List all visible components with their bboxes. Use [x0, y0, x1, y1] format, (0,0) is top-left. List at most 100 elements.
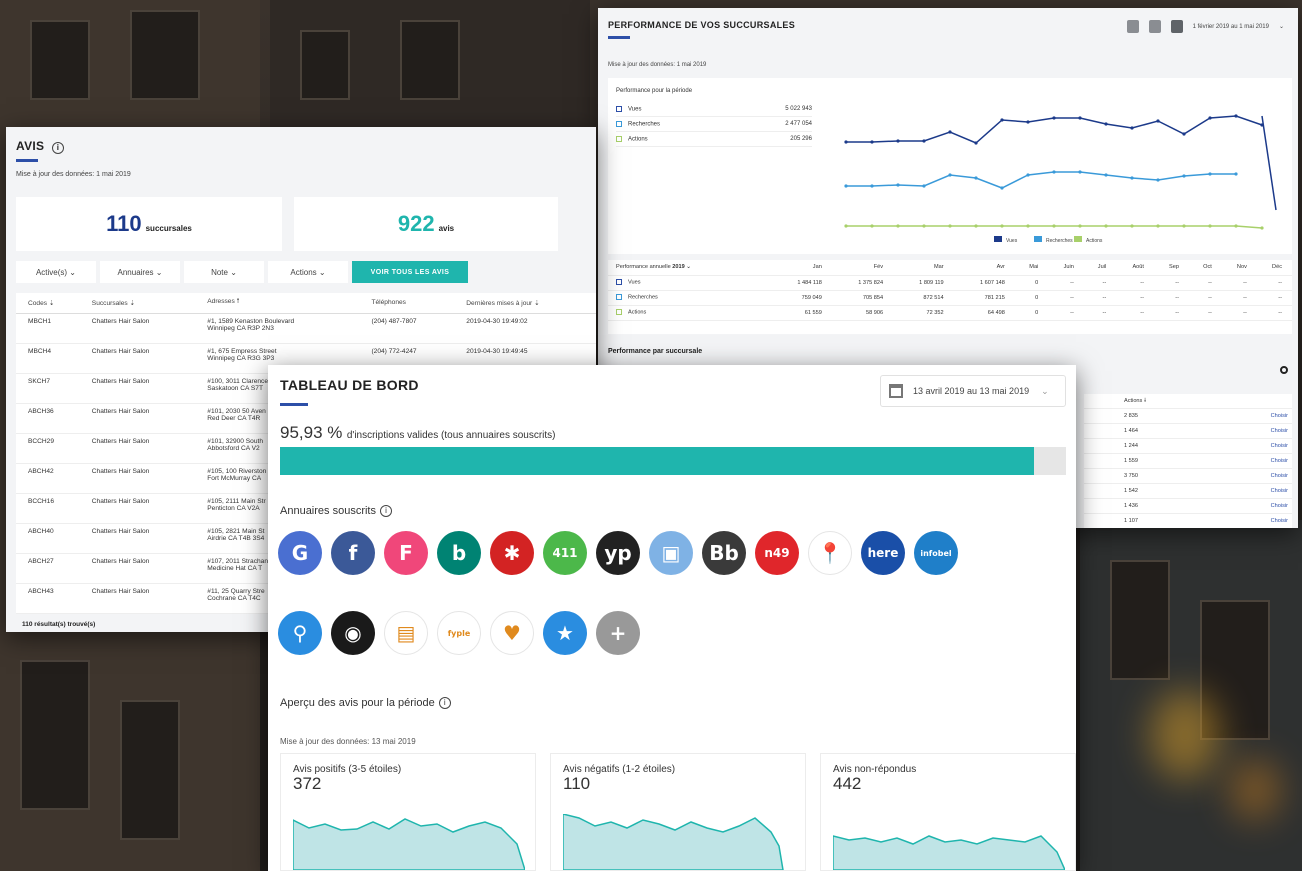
choose-link[interactable]: Choisir — [1271, 518, 1288, 524]
yp-icon[interactable]: yp — [596, 531, 640, 575]
series-point — [922, 224, 926, 228]
series-point — [1208, 224, 1212, 228]
here-icon[interactable]: here — [861, 531, 905, 575]
code-cell: MBCH4 — [16, 343, 80, 374]
annual-cell: -- — [1083, 305, 1117, 321]
info-icon[interactable]: i — [380, 505, 392, 517]
phone-cell: (204) 487-7807 — [359, 313, 455, 344]
branches-label: succursales — [145, 224, 192, 233]
add-more-icon[interactable]: + — [596, 611, 640, 655]
bing-icon[interactable]: b — [437, 531, 481, 575]
facebook-icon[interactable]: f — [331, 531, 375, 575]
annual-cell: 64 498 — [953, 305, 1015, 321]
checkbox-icon[interactable] — [616, 279, 622, 286]
opendi-icon[interactable]: ♥ — [490, 611, 534, 655]
branch-action-row[interactable]: 1 542 Choisir — [1084, 484, 1292, 499]
search-icon[interactable] — [1280, 366, 1288, 374]
legend-label: Recherches — [1046, 238, 1073, 244]
branch-action-row[interactable]: 2 835 Choisir — [1084, 409, 1292, 424]
performance-title: PERFORMANCE DE VOS SUCCURSALES — [608, 20, 796, 30]
see-all-reviews-button[interactable]: VOIR TOUS LES AVIS — [352, 261, 468, 283]
positive-reviews-card[interactable]: Avis positifs (3-5 étoiles) 372 — [280, 753, 536, 871]
foursquare-icon[interactable]: F — [384, 531, 428, 575]
series-point — [1182, 132, 1186, 136]
checkbox-icon[interactable] — [616, 309, 622, 316]
branch-action-row[interactable]: 1 436 Choisir — [1084, 499, 1292, 514]
branch-action-row[interactable]: 1 107 Choisir — [1084, 514, 1292, 528]
series-point — [1260, 226, 1264, 230]
branch-action-row[interactable]: 1 244 Choisir — [1084, 439, 1292, 454]
unanswered-reviews-card[interactable]: Avis non-répondus 442 — [820, 753, 1076, 871]
card-value: 110 — [563, 774, 591, 793]
column-header[interactable]: Adresses 🠕 — [195, 293, 360, 314]
year-select[interactable]: 2019 ⌄ — [672, 264, 691, 270]
branch-action-row[interactable]: 3 750 Choisir — [1084, 469, 1292, 484]
annual-cell: -- — [1048, 305, 1084, 321]
annual-cell: -- — [1048, 275, 1084, 291]
month-header: Jan — [771, 260, 832, 276]
reviews-count: 922 — [397, 211, 435, 236]
series-point — [1104, 173, 1108, 177]
choose-link[interactable]: Choisir — [1271, 413, 1288, 419]
choose-link[interactable]: Choisir — [1271, 488, 1288, 494]
google-my-business-icon[interactable]: G — [278, 531, 322, 575]
checkbox-icon[interactable] — [616, 294, 622, 301]
n49-icon[interactable]: n49 — [755, 531, 799, 575]
column-header[interactable]: Succursales ⇣ — [79, 293, 196, 314]
negative-reviews-card[interactable]: Avis négatifs (1-2 étoiles) 110 — [550, 753, 806, 871]
calendar-icon[interactable] — [1170, 20, 1183, 33]
filter-note[interactable]: Note ⌄ — [184, 261, 264, 283]
branch-action-row[interactable]: 1 464 Choisir — [1084, 424, 1292, 439]
code-cell: BCCH29 — [16, 433, 80, 464]
canada411-icon[interactable]: ▣ — [649, 531, 693, 575]
legend-label: Actions — [1086, 238, 1103, 244]
date-range-picker[interactable]: 13 avril 2019 au 13 mai 2019 ⌄ — [880, 375, 1066, 407]
code-cell: ABCH36 — [16, 403, 80, 434]
choose-link[interactable]: Choisir — [1271, 428, 1288, 434]
goldenpages-icon[interactable]: ◉ — [331, 611, 375, 655]
infobel-icon[interactable]: infobel — [914, 531, 958, 575]
series-point — [1026, 120, 1030, 124]
choose-link[interactable]: Choisir — [1271, 443, 1288, 449]
print-icon[interactable] — [1148, 20, 1161, 33]
column-header[interactable]: Téléphones — [359, 293, 455, 314]
month-header: Déc — [1256, 260, 1292, 276]
branch-action-row[interactable]: 1 559 Choisir — [1084, 454, 1292, 469]
export-icon[interactable] — [1126, 20, 1139, 33]
brownbook-icon[interactable]: ▤ — [384, 611, 428, 655]
pinpoint-search-icon[interactable]: ⚲ — [278, 611, 322, 655]
table-row[interactable]: MBCH1 Chatters Hair Salon #1, 1589 Kenasto… — [16, 313, 596, 344]
series-line — [846, 115, 1263, 144]
month-header: Oct — [1189, 260, 1222, 276]
yelp-icon[interactable]: ✱ — [490, 531, 534, 575]
411-icon[interactable]: 411 — [543, 531, 587, 575]
annual-row: Vues 1 484 118 1 375 824 1 809 119 1 607 148… — [608, 275, 1292, 291]
card-value: 442 — [833, 774, 862, 793]
column-header[interactable]: Dernières mises à jour ⇣ — [454, 293, 596, 314]
perf-date-range[interactable]: 1 février 2019 au 1 mai 2019 — [1193, 24, 1269, 30]
code-cell: ABCH43 — [16, 583, 80, 614]
info-icon[interactable]: i — [438, 697, 451, 709]
actions-header[interactable]: Actions 🠗 — [1084, 394, 1292, 409]
info-icon[interactable]: i — [51, 142, 64, 154]
filter-active[interactable]: Active(s) ⌄ — [16, 261, 96, 283]
series-point — [1234, 114, 1238, 118]
filter-actions[interactable]: Actions ⌄ — [268, 261, 348, 283]
series-point — [922, 139, 926, 143]
cylex-icon[interactable]: 📍 — [808, 531, 852, 575]
choose-link[interactable]: Choisir — [1271, 473, 1288, 479]
star-icon[interactable]: ★ — [543, 611, 587, 655]
code-cell: ABCH40 — [16, 523, 80, 554]
series-point — [1234, 224, 1238, 228]
annual-cell: -- — [1048, 290, 1084, 306]
choose-link[interactable]: Choisir — [1271, 458, 1288, 464]
filter-annuaires[interactable]: Annuaires ⌄ — [100, 261, 180, 283]
series-line — [846, 171, 1236, 189]
month-header: Août — [1116, 260, 1154, 276]
chevron-down-icon[interactable]: ⌄ — [1279, 23, 1284, 30]
fyple-icon[interactable]: fyple — [437, 611, 481, 655]
column-header[interactable]: Codes ⇣ — [16, 293, 80, 314]
bb-icon[interactable]: Bb — [702, 531, 746, 575]
month-header: Sep — [1153, 260, 1189, 276]
choose-link[interactable]: Choisir — [1271, 503, 1288, 509]
